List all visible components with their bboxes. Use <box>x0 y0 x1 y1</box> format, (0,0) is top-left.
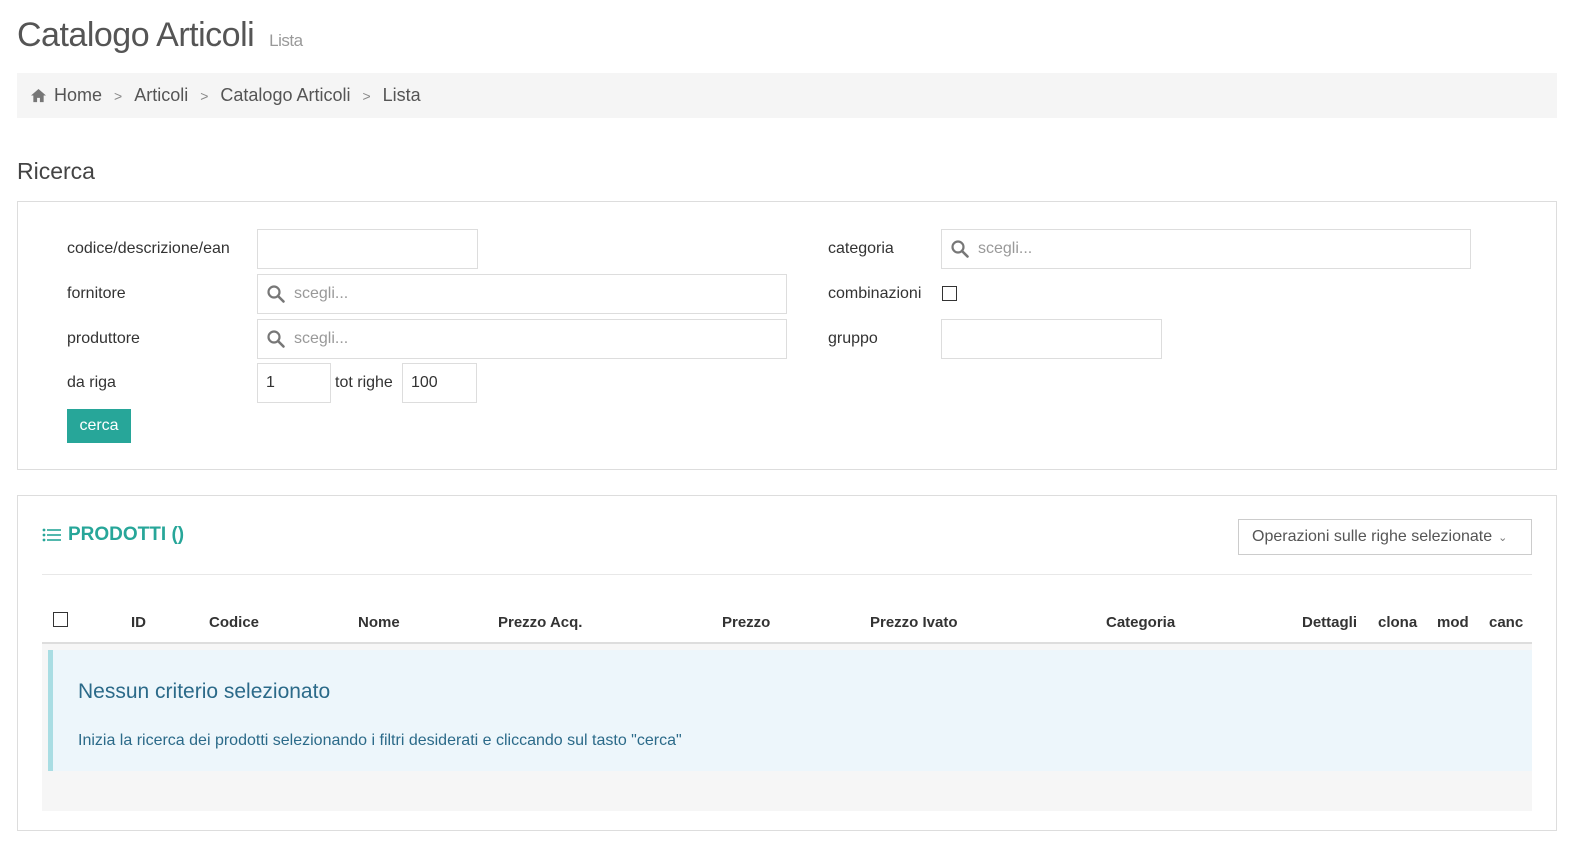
column-header-mod: mod <box>1437 614 1469 631</box>
column-header-prezzo[interactable]: Prezzo <box>722 614 770 631</box>
breadcrumb-articoli[interactable]: Articoli <box>134 85 188 106</box>
da-riga-input[interactable] <box>257 363 331 403</box>
column-header-categoria[interactable]: Categoria <box>1106 614 1175 631</box>
combinazioni-checkbox[interactable] <box>942 286 957 301</box>
categoria-label: categoria <box>828 240 894 257</box>
column-header-dettagli: Dettagli <box>1302 614 1358 631</box>
products-title-text: PRODOTTI () <box>68 524 185 545</box>
page-title: Catalogo Articoli Lista <box>17 16 303 55</box>
produttore-select[interactable]: scegli... <box>257 319 787 359</box>
table-body: Nessun criterio selezionato Inizia la ri… <box>42 644 1532 811</box>
search-icon <box>267 330 285 348</box>
cerca-button[interactable]: cerca <box>67 409 131 443</box>
tot-righe-label: tot righe <box>335 374 393 391</box>
column-header-codice[interactable]: Codice <box>209 614 259 631</box>
empty-state-alert: Nessun criterio selezionato Inizia la ri… <box>48 650 1532 771</box>
combinazioni-label: combinazioni <box>828 285 922 302</box>
tot-righe-input[interactable] <box>402 363 477 403</box>
fornitore-select[interactable]: scegli... <box>257 274 787 314</box>
breadcrumb-separator: > <box>114 87 123 104</box>
page-subtitle: Lista <box>269 31 303 50</box>
breadcrumb: Home > Articoli > Catalogo Articoli > Li… <box>17 73 1557 118</box>
gruppo-input[interactable] <box>941 319 1162 359</box>
column-header-id[interactable]: ID <box>131 614 146 631</box>
categoria-placeholder: scegli... <box>978 240 1033 257</box>
produttore-label: produttore <box>67 330 140 347</box>
table-header: ID Codice Nome Prezzo Acq. Prezzo Prezzo… <box>42 604 1532 644</box>
divider <box>42 574 1532 575</box>
breadcrumb-separator: > <box>200 87 209 104</box>
produttore-placeholder: scegli... <box>294 330 349 347</box>
fornitore-placeholder: scegli... <box>294 285 349 302</box>
gruppo-label: gruppo <box>828 330 878 347</box>
list-icon <box>42 528 61 542</box>
products-panel: PRODOTTI () Operazioni sulle righe selez… <box>17 495 1557 831</box>
column-header-clona: clona <box>1378 614 1418 631</box>
column-header-prezzo-ivato[interactable]: Prezzo Ivato <box>870 614 958 631</box>
search-section-title: Ricerca <box>17 158 95 184</box>
empty-state-title: Nessun criterio selezionato <box>78 680 331 703</box>
column-header-prezzo-acq[interactable]: Prezzo Acq. <box>498 614 582 631</box>
home-icon <box>31 88 46 103</box>
chevron-down-icon: ⌄ <box>1498 531 1508 544</box>
search-icon <box>267 285 285 303</box>
operations-label: Operazioni sulle righe selezionate <box>1252 528 1493 545</box>
breadcrumb-lista: Lista <box>382 85 421 105</box>
column-header-nome[interactable]: Nome <box>358 614 400 631</box>
fornitore-label: fornitore <box>67 285 126 302</box>
breadcrumb-catalogo[interactable]: Catalogo Articoli <box>220 85 350 106</box>
select-all-checkbox[interactable] <box>53 612 68 627</box>
search-panel: codice/descrizione/ean fornitore scegli.… <box>17 201 1557 470</box>
products-title: PRODOTTI () <box>42 524 184 546</box>
page-title-text: Catalogo Articoli <box>17 16 255 54</box>
codice-label: codice/descrizione/ean <box>67 240 230 257</box>
column-header-canc: canc <box>1489 614 1524 631</box>
operations-dropdown[interactable]: Operazioni sulle righe selezionate ⌄ <box>1238 519 1532 555</box>
breadcrumb-home[interactable]: Home <box>54 85 102 106</box>
search-icon <box>951 240 969 258</box>
categoria-select[interactable]: scegli... <box>941 229 1471 269</box>
da-riga-label: da riga <box>67 374 116 391</box>
breadcrumb-separator: > <box>362 87 371 104</box>
empty-state-text: Inizia la ricerca dei prodotti seleziona… <box>78 732 682 749</box>
codice-input[interactable] <box>257 229 478 269</box>
